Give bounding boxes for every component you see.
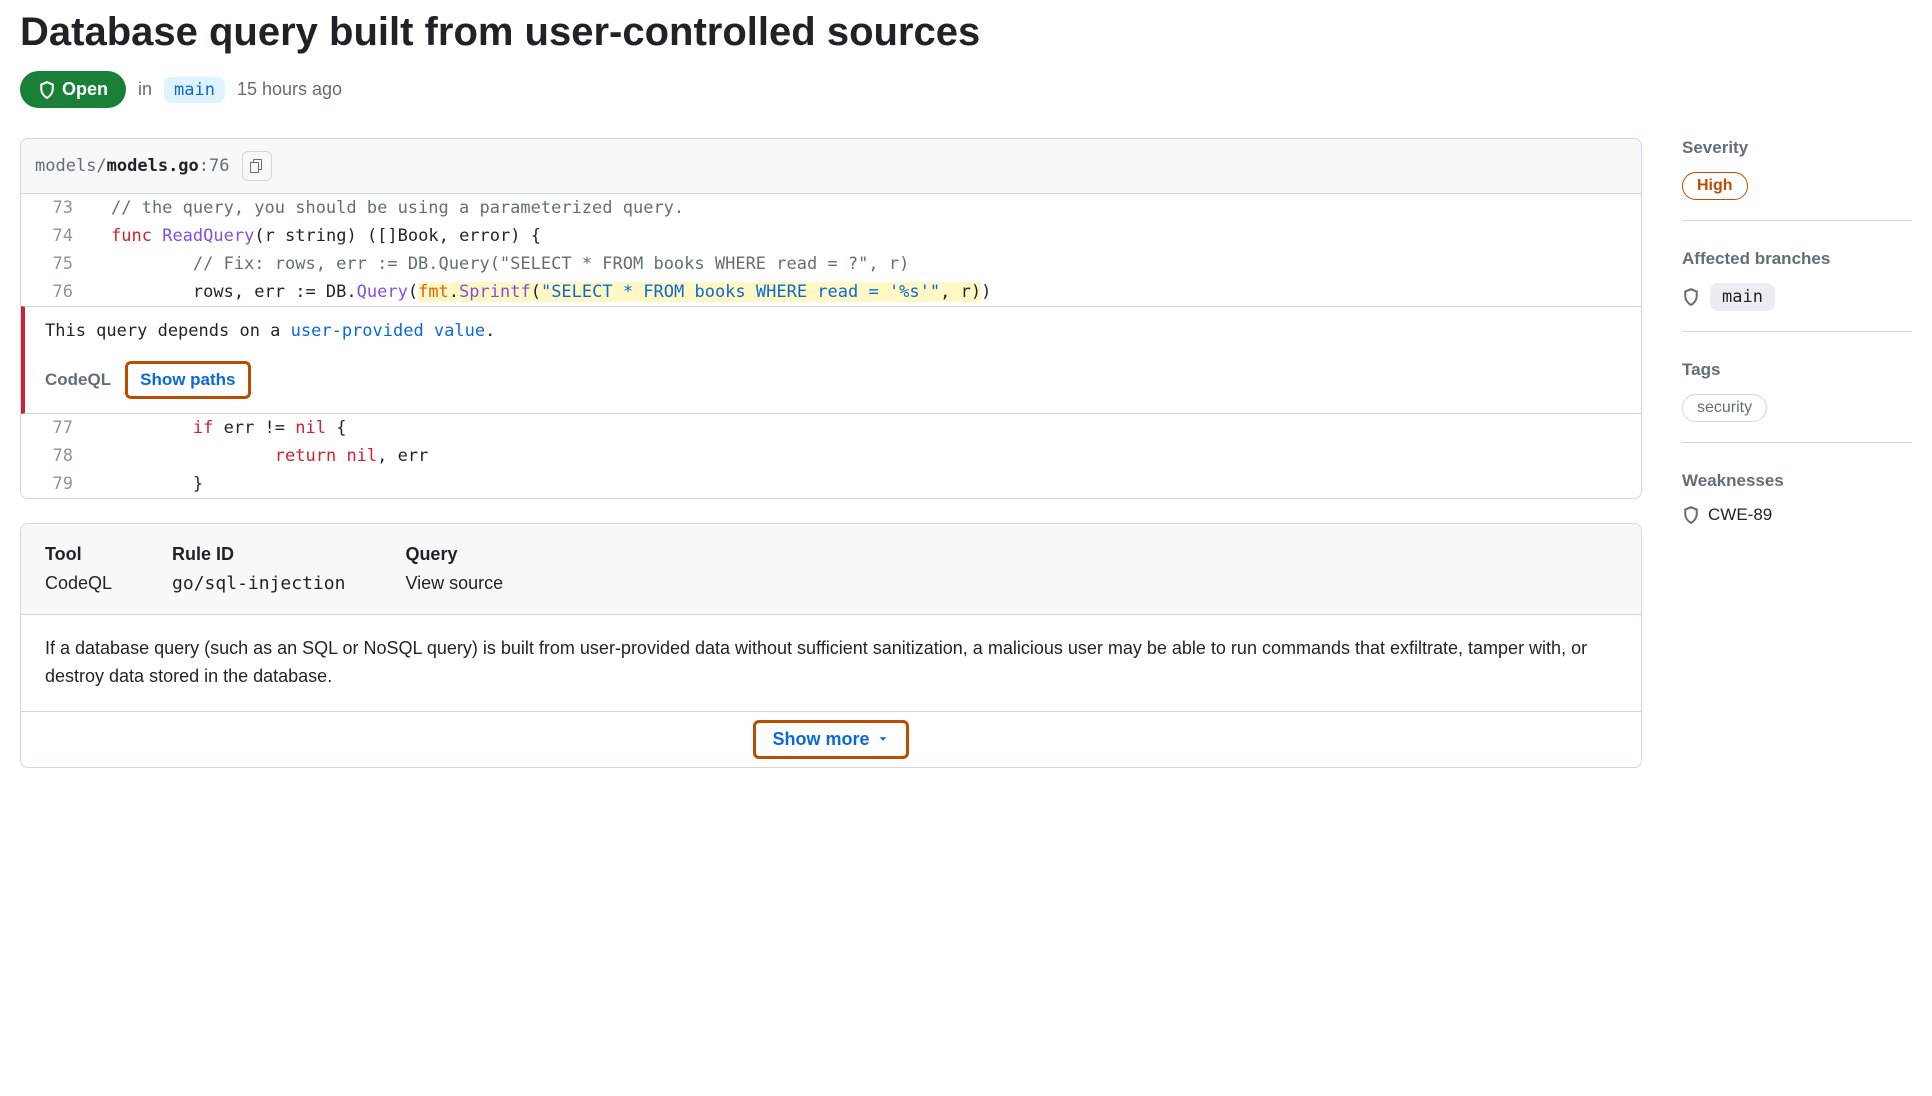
code-line: 74func ReadQuery(r string) ([]Book, erro… bbox=[21, 222, 1641, 250]
shield-icon bbox=[1682, 506, 1700, 524]
line-number: 78 bbox=[21, 442, 91, 470]
alert-msg-suffix: . bbox=[485, 321, 495, 341]
weaknesses-section: Weaknesses CWE-89 bbox=[1682, 471, 1912, 545]
tool-value: CodeQL bbox=[45, 573, 112, 594]
status-row: Open in main 15 hours ago bbox=[20, 71, 1912, 108]
code-line: 75 // Fix: rows, err := DB.Query("SELECT… bbox=[21, 250, 1641, 278]
file-path[interactable]: models/models.go:76 bbox=[35, 156, 230, 176]
status-in-text: in bbox=[138, 79, 152, 100]
tool-label: Tool bbox=[45, 544, 112, 565]
alert-msg-prefix: This query depends on a bbox=[45, 321, 291, 341]
line-code: // the query, you should be using a para… bbox=[91, 194, 1641, 222]
alert-block: This query depends on a user-provided va… bbox=[21, 306, 1641, 414]
status-badge: Open bbox=[20, 71, 126, 108]
copy-icon bbox=[249, 158, 265, 174]
line-number: 73 bbox=[21, 194, 91, 222]
severity-section: Severity High bbox=[1682, 138, 1912, 221]
line-code: // Fix: rows, err := DB.Query("SELECT * … bbox=[91, 250, 1641, 278]
line-number: 75 bbox=[21, 250, 91, 278]
affected-branches-heading: Affected branches bbox=[1682, 249, 1912, 269]
show-more-label: Show more bbox=[772, 729, 869, 750]
code-file-header: models/models.go:76 bbox=[21, 139, 1641, 194]
file-path-name: models.go bbox=[107, 156, 199, 176]
query-view-source-link[interactable]: View source bbox=[405, 573, 503, 594]
details-description: If a database query (such as an SQL or N… bbox=[21, 615, 1641, 711]
affected-branches-section: Affected branches main bbox=[1682, 249, 1912, 332]
line-number: 79 bbox=[21, 470, 91, 498]
code-card: models/models.go:76 73// the query, you … bbox=[20, 138, 1642, 499]
code-line: 73// the query, you should be using a pa… bbox=[21, 194, 1641, 222]
severity-heading: Severity bbox=[1682, 138, 1912, 158]
branch-chip[interactable]: main bbox=[164, 77, 225, 103]
shield-icon bbox=[1682, 288, 1700, 306]
alert-message: This query depends on a user-provided va… bbox=[45, 321, 1627, 341]
alert-tool-label: CodeQL bbox=[45, 370, 111, 390]
rule-id-label: Rule ID bbox=[172, 544, 345, 565]
code-lines-before: 73// the query, you should be using a pa… bbox=[21, 194, 1641, 306]
weakness-cwe[interactable]: CWE-89 bbox=[1708, 505, 1772, 525]
rule-id-value: go/sql-injection bbox=[172, 573, 345, 594]
show-more-button[interactable]: Show more bbox=[753, 720, 908, 759]
code-line: 79 } bbox=[21, 470, 1641, 498]
copy-path-button[interactable] bbox=[242, 151, 272, 181]
line-number: 76 bbox=[21, 278, 91, 306]
file-path-dir: models/ bbox=[35, 156, 107, 176]
show-paths-button[interactable]: Show paths bbox=[125, 361, 250, 399]
code-line: 76 rows, err := DB.Query(fmt.Sprintf("SE… bbox=[21, 278, 1641, 306]
timestamp: 15 hours ago bbox=[237, 79, 342, 100]
tags-heading: Tags bbox=[1682, 360, 1912, 380]
affected-branch-chip[interactable]: main bbox=[1710, 283, 1775, 311]
page-title: Database query built from user-controlle… bbox=[20, 10, 1912, 55]
show-more-row: Show more bbox=[21, 711, 1641, 767]
weaknesses-heading: Weaknesses bbox=[1682, 471, 1912, 491]
chevron-down-icon bbox=[876, 732, 890, 746]
severity-value: High bbox=[1682, 172, 1748, 200]
line-number: 77 bbox=[21, 414, 91, 442]
line-code: rows, err := DB.Query(fmt.Sprintf("SELEC… bbox=[91, 278, 1641, 306]
details-header: Tool CodeQL Rule ID go/sql-injection Que… bbox=[21, 524, 1641, 615]
sidebar: Severity High Affected branches main Tag… bbox=[1682, 138, 1912, 768]
status-label: Open bbox=[62, 79, 108, 100]
shield-icon bbox=[38, 81, 56, 99]
line-code: return nil, err bbox=[91, 442, 1641, 470]
tag-security[interactable]: security bbox=[1682, 394, 1767, 422]
code-line: 77 if err != nil { bbox=[21, 414, 1641, 442]
code-lines-after: 77 if err != nil {78 return nil, err79 } bbox=[21, 414, 1641, 498]
line-code: } bbox=[91, 470, 1641, 498]
line-code: if err != nil { bbox=[91, 414, 1641, 442]
line-number: 74 bbox=[21, 222, 91, 250]
details-card: Tool CodeQL Rule ID go/sql-injection Que… bbox=[20, 523, 1642, 768]
alert-user-value-link[interactable]: user-provided value bbox=[291, 321, 485, 341]
line-code: func ReadQuery(r string) ([]Book, error)… bbox=[91, 222, 1641, 250]
code-line: 78 return nil, err bbox=[21, 442, 1641, 470]
tags-section: Tags security bbox=[1682, 360, 1912, 443]
file-path-line: :76 bbox=[199, 156, 230, 176]
query-label: Query bbox=[405, 544, 503, 565]
